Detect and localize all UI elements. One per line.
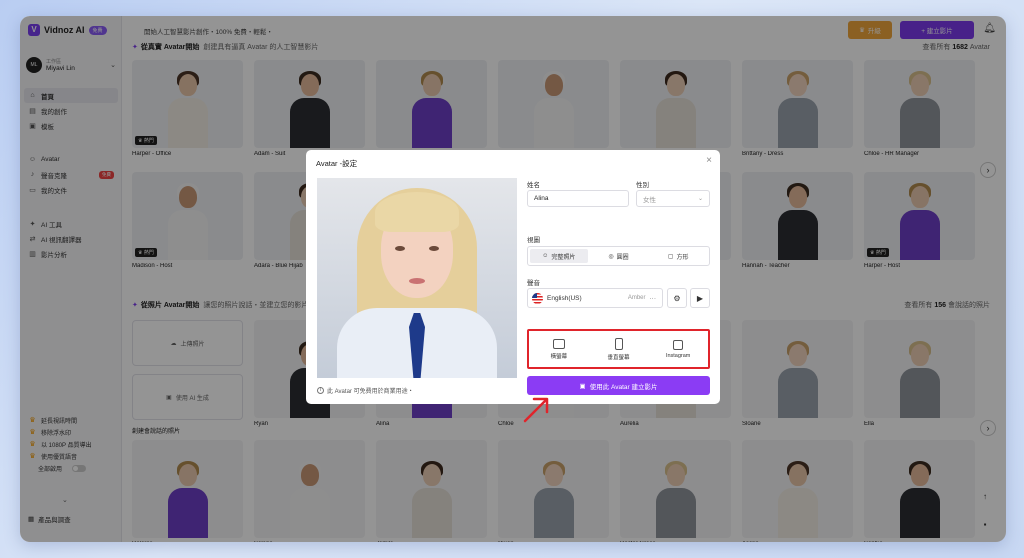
sliders-icon: ⚙	[673, 293, 681, 303]
app-window: V Vidnoz AI 免費 ML 工作區 Miyavi Lin ⌄ ⌂ 首頁 ▤…	[20, 16, 1006, 542]
format-label: 垂直螢幕	[607, 354, 630, 361]
annotation-arrow-icon	[523, 397, 549, 423]
create-with-avatar-button[interactable]: ▣ 使用此 Avatar 建立影片	[527, 376, 710, 395]
view-option-square[interactable]: ▢ 方形	[649, 249, 707, 263]
view-option-label: 圓圈	[616, 254, 629, 261]
voice-label: 聲音	[527, 280, 540, 287]
more-icon: ···	[649, 294, 657, 302]
format-label: Instagram	[665, 352, 691, 359]
dialog-title: Avatar -設定	[316, 159, 358, 168]
voice-settings-button[interactable]: ⚙	[667, 288, 687, 308]
chevron-down-icon: ⌄	[697, 196, 703, 202]
voice-select[interactable]: English(US) Amber ···	[527, 288, 663, 308]
aspect-ratio-selector: 橫螢幕 垂直螢幕 Instagram	[527, 329, 710, 369]
view-selector: ☺ 完整照片 ◎ 圓圈 ▢ 方形	[527, 246, 710, 266]
circle-icon: ◎	[608, 253, 614, 260]
format-portrait[interactable]: 垂直螢幕	[589, 337, 649, 361]
view-option-circle[interactable]: ◎ 圓圈	[590, 249, 648, 263]
name-label: 姓名	[527, 182, 540, 189]
close-icon[interactable]: ×	[706, 155, 712, 166]
note-text: 此 Avatar 可免費用於商業用途・	[327, 389, 414, 395]
view-option-full[interactable]: ☺ 完整照片	[530, 249, 588, 263]
voice-play-button[interactable]: ▶	[690, 288, 710, 308]
video-icon: ▣	[579, 382, 586, 390]
view-label: 視圖	[527, 237, 540, 244]
us-flag-icon	[532, 292, 543, 304]
commercial-use-note: i 此 Avatar 可免費用於商業用途・	[317, 386, 414, 395]
cta-label: 使用此 Avatar 建立影片	[589, 383, 658, 391]
format-instagram[interactable]: Instagram	[648, 339, 708, 359]
format-label: 橫螢幕	[550, 353, 568, 360]
view-option-label: 完整照片	[551, 254, 576, 261]
instagram-icon	[673, 339, 684, 350]
portrait-icon	[614, 337, 623, 350]
info-icon: i	[317, 387, 324, 394]
avatar-settings-dialog: Avatar -設定 × i 此 Avatar 可免費用於商業用途・ 姓名 Al…	[306, 150, 720, 404]
full-photo-icon: ☺	[542, 253, 549, 259]
gender-select[interactable]: 女性 ⌄	[636, 190, 710, 207]
name-field[interactable]: Alina	[527, 190, 629, 207]
voice-language: English(US)	[547, 294, 582, 302]
play-icon: ▶	[696, 293, 704, 303]
format-landscape[interactable]: 橫螢幕	[529, 338, 589, 360]
view-option-label: 方形	[676, 254, 689, 261]
square-icon: ▢	[667, 253, 674, 260]
gender-value: 女性	[643, 196, 656, 204]
voice-name: Amber	[627, 295, 646, 301]
gender-label: 性別	[636, 182, 649, 189]
avatar-preview	[317, 178, 517, 378]
landscape-icon	[552, 338, 565, 349]
